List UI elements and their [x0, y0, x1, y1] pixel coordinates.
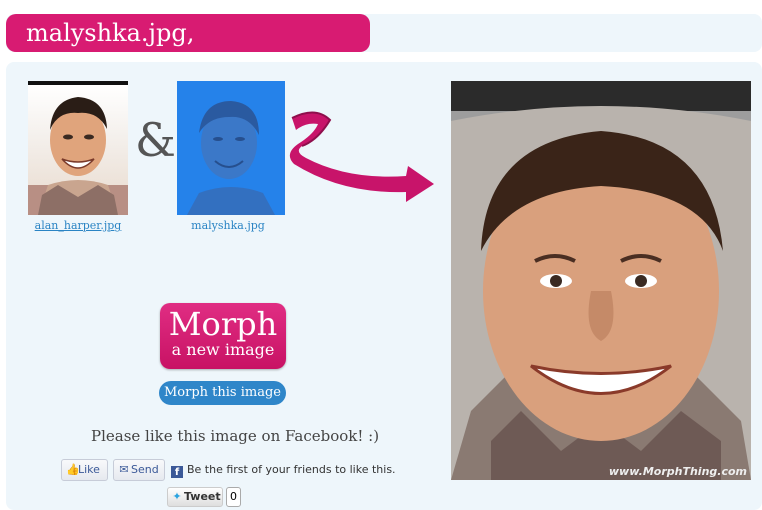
ampersand-separator: &: [135, 113, 176, 167]
facebook-like-prompt: Please like this image on Facebook! :): [91, 427, 380, 445]
tweet-count: 0: [226, 487, 241, 507]
twitter-bird-icon: ✦: [172, 490, 182, 503]
source-link-malyshka[interactable]: malyshka.jpg: [177, 219, 279, 232]
portrait-face-icon: [177, 81, 285, 215]
morph-this-image-button[interactable]: Morph this image: [159, 381, 286, 405]
page-title: malyshka.jpg, alan_harper.jpg: [6, 14, 370, 85]
tweet-button[interactable]: ✦ Tweet: [167, 487, 223, 507]
portrait-face-icon: [28, 97, 128, 215]
message-icon: ✉: [119, 463, 129, 476]
tweet-label: Tweet: [184, 490, 221, 503]
send-label: Send: [131, 463, 159, 476]
watermark-text: www.MorphThing.com: [608, 465, 747, 478]
facebook-icon: f: [171, 466, 183, 478]
morph-button-subtitle: a new image: [171, 340, 275, 359]
source-link-alan-harper[interactable]: alan_harper.jpg: [28, 219, 128, 232]
thumbs-up-icon: 👍: [66, 463, 80, 476]
facebook-like-button[interactable]: 👍Like: [61, 459, 108, 481]
morphed-face-icon: [451, 81, 751, 480]
facebook-like-count: f Be the first of your friends to like th…: [171, 462, 396, 478]
source-image-malyshka[interactable]: [177, 81, 285, 215]
source-image-alan-harper[interactable]: [28, 81, 128, 215]
like-label: Like: [78, 463, 100, 476]
morph-new-image-button[interactable]: Morph a new image: [160, 303, 286, 369]
facebook-like-text: Be the first of your friends to like thi…: [187, 463, 396, 476]
curved-arrow-icon: [289, 111, 434, 202]
morph-result-image: www.MorphThing.com: [451, 81, 751, 480]
morph-button-title: Morph: [168, 305, 278, 343]
facebook-send-button[interactable]: ✉ Send: [113, 459, 165, 481]
